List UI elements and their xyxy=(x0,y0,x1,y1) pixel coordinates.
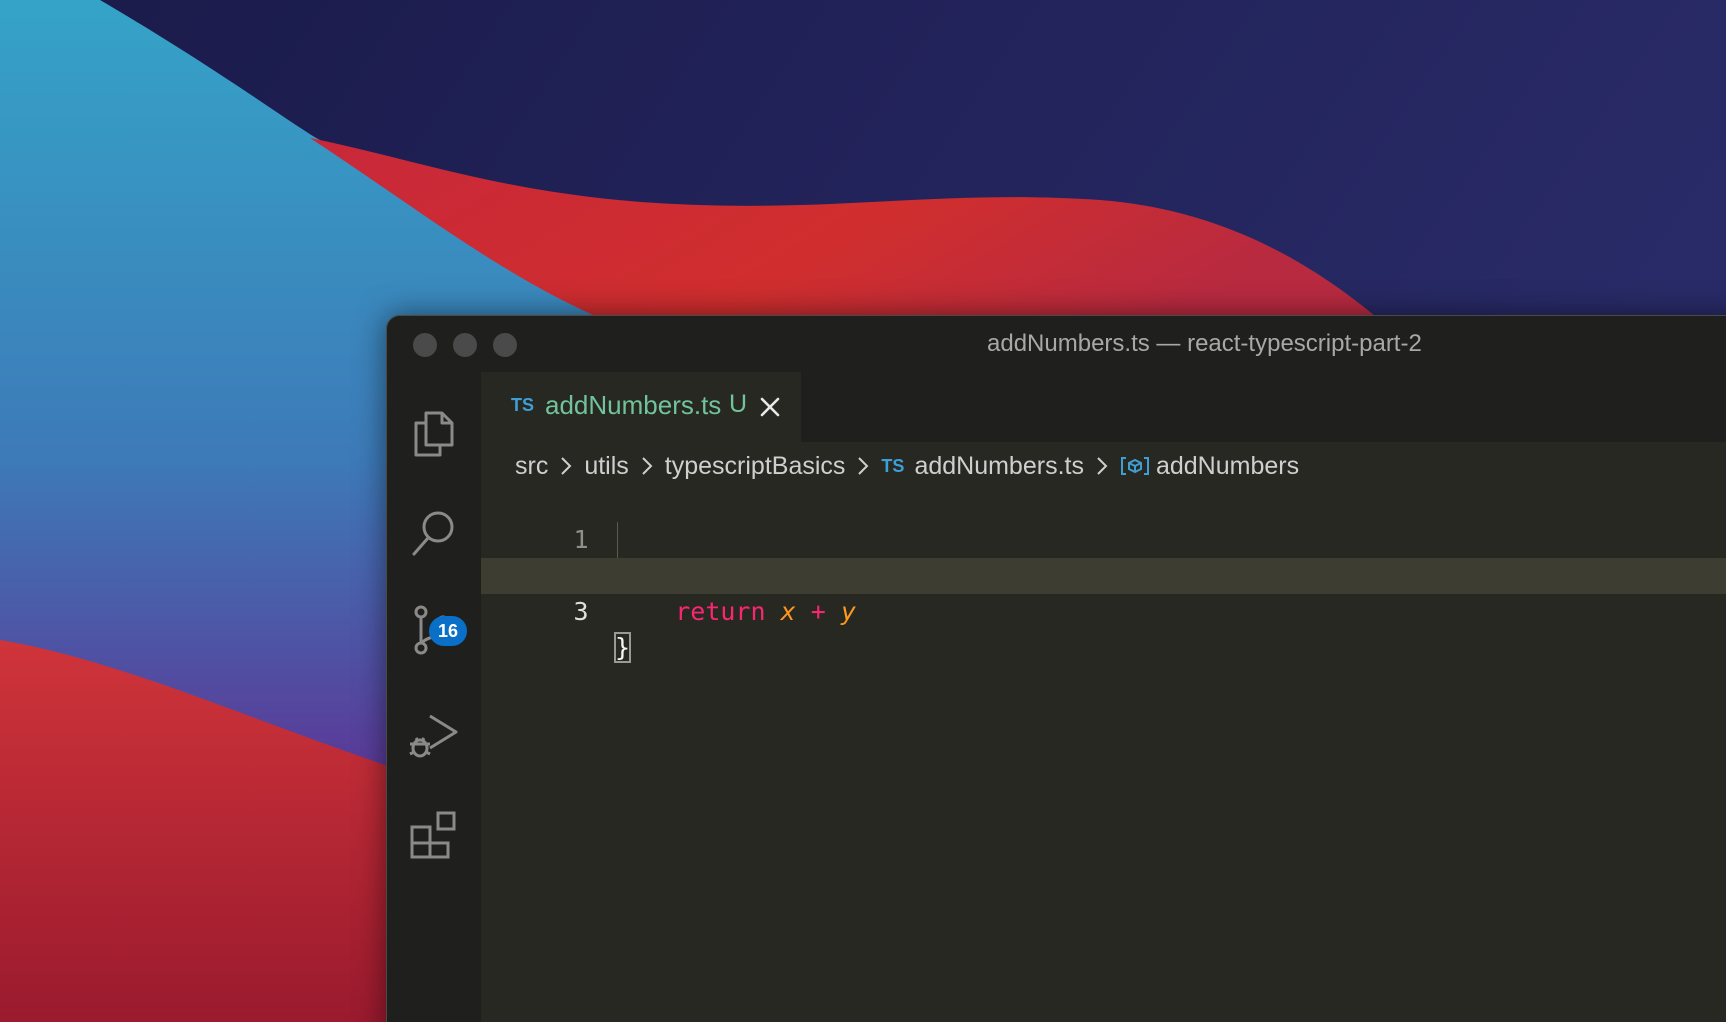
code-line[interactable]: 1 const addNumbers = (x: number, y: numb… xyxy=(481,486,1726,591)
tab-addnumbers[interactable]: TS addNumbers.ts U xyxy=(481,372,801,442)
search-icon[interactable] xyxy=(408,507,460,559)
line-content: } xyxy=(613,630,632,666)
breadcrumb-utils[interactable]: utils xyxy=(584,452,628,481)
breadcrumb-src[interactable]: src xyxy=(515,452,548,481)
minimize-window-button[interactable] xyxy=(453,333,477,357)
chevron-right-icon xyxy=(560,456,572,476)
typescript-icon: TS xyxy=(881,455,905,476)
close-window-button[interactable] xyxy=(413,333,437,357)
window-title: addNumbers.ts — react-typescript-part-2 xyxy=(987,330,1422,357)
code-editor[interactable]: 1 const addNumbers = (x: number, y: numb… xyxy=(481,486,1726,1022)
tab-label: addNumbers.ts xyxy=(545,390,722,420)
typescript-icon: TS xyxy=(511,395,535,415)
chevron-right-icon xyxy=(857,456,869,476)
breadcrumb-typescriptbasics[interactable]: typescriptBasics xyxy=(665,452,846,481)
editor-window: addNumbers.ts — react-typescript-part-2 xyxy=(386,315,1726,1022)
close-icon[interactable] xyxy=(759,396,781,418)
line-number: 3 xyxy=(573,597,589,626)
extensions-icon[interactable] xyxy=(408,809,460,861)
indent-guide xyxy=(617,522,618,558)
tab-git-status: U xyxy=(729,390,748,418)
code-line-current[interactable]: 3 } xyxy=(481,558,1726,663)
activity-bar: 16 xyxy=(387,372,481,1022)
line-content: return x + y xyxy=(675,597,856,626)
source-control-badge: 16 xyxy=(429,616,467,646)
chevron-right-icon xyxy=(641,456,653,476)
breadcrumb: src utils typescriptBasics TS addNumbers… xyxy=(515,446,1299,486)
tab-strip: TS addNumbers.ts U xyxy=(481,372,1726,442)
matching-brace: } xyxy=(613,632,632,663)
title-bar: addNumbers.ts — react-typescript-part-2 xyxy=(387,316,1726,372)
breadcrumb-symbol[interactable]: addNumbers xyxy=(1156,452,1299,481)
symbol-variable-icon xyxy=(1120,455,1150,477)
files-icon[interactable] xyxy=(408,407,460,459)
breadcrumb-file[interactable]: addNumbers.ts xyxy=(914,452,1084,481)
desktop: addNumbers.ts — react-typescript-part-2 xyxy=(0,0,1726,1022)
chevron-right-icon xyxy=(1096,456,1108,476)
run-debug-icon[interactable] xyxy=(408,710,460,762)
code-line[interactable]: 2 return x + y xyxy=(481,522,1726,626)
zoom-window-button[interactable] xyxy=(493,333,517,357)
